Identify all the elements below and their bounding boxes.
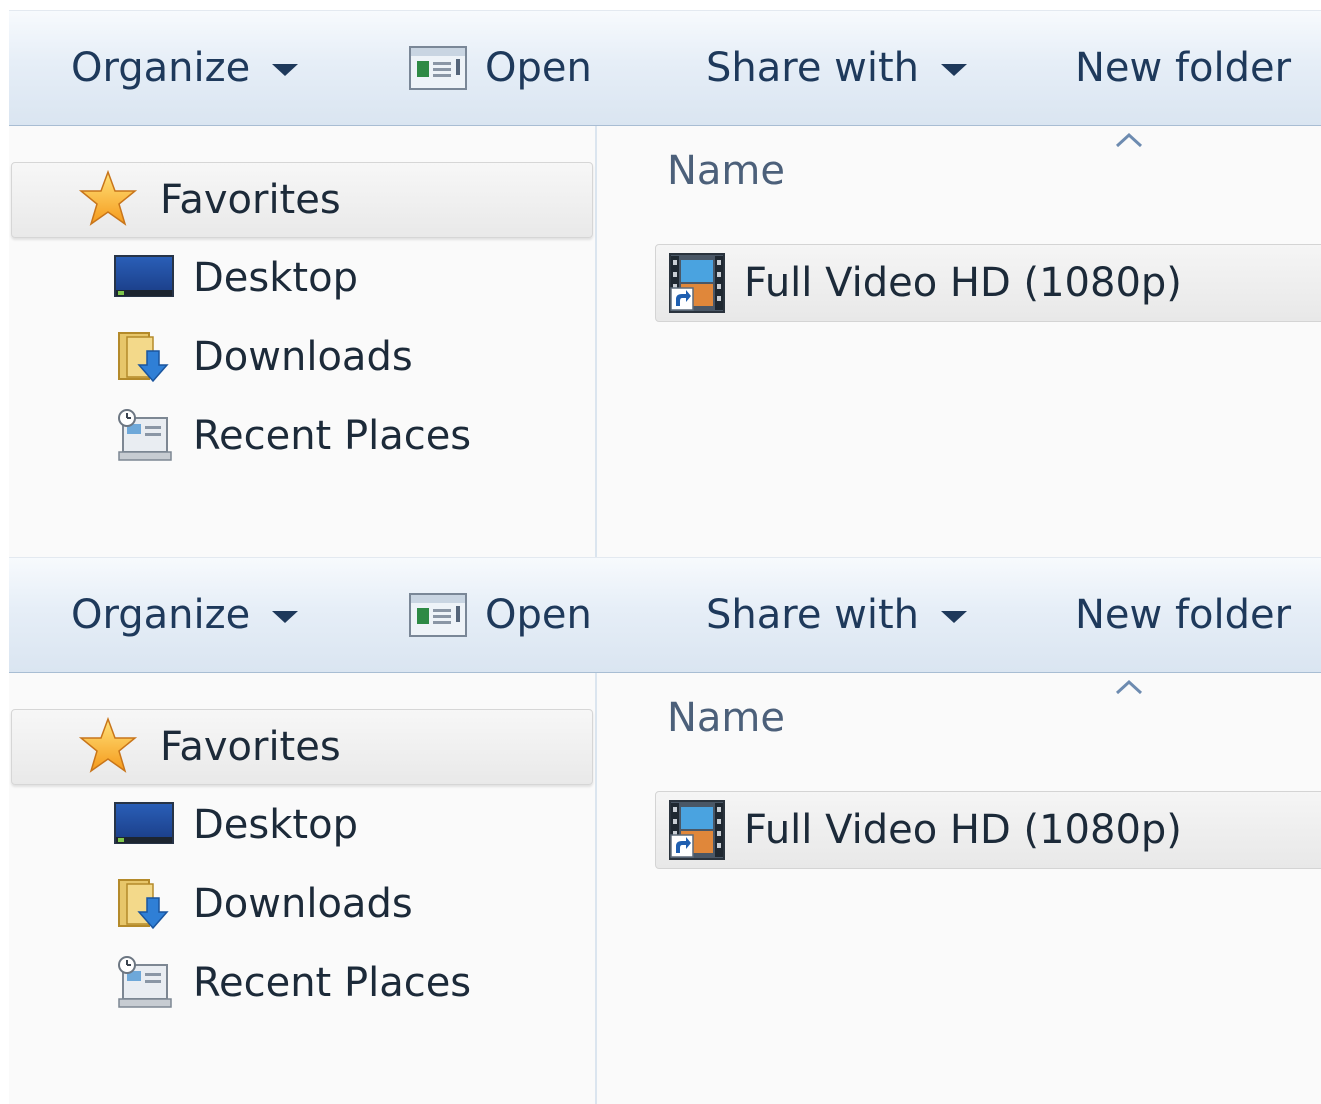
navigation-pane: Favorites Desktop Downloads Recent Place…	[9, 126, 597, 557]
nav-item-downloads[interactable]: Downloads	[113, 869, 413, 939]
file-item[interactable]: Full Video HD (1080p)	[655, 791, 1321, 869]
nav-item-recent-places[interactable]: Recent Places	[113, 401, 471, 471]
organize-button[interactable]: Organize	[71, 11, 299, 125]
favorites-label: Favorites	[160, 177, 341, 223]
organize-label: Organize	[71, 592, 251, 638]
chevron-down-icon	[941, 611, 968, 623]
organize-button[interactable]: Organize	[71, 558, 299, 672]
nav-item-desktop[interactable]: Desktop	[113, 790, 358, 860]
new-folder-label: New folder	[1075, 45, 1292, 91]
navigation-pane: Favorites Desktop Downloads Recent Place…	[9, 673, 597, 1104]
open-button[interactable]: Open	[409, 558, 592, 672]
desktop-icon	[114, 802, 174, 844]
command-bar: Organize Open Share with New folder	[9, 557, 1321, 674]
column-header-name[interactable]: Name	[667, 148, 785, 194]
window-open-icon	[409, 593, 467, 637]
file-item[interactable]: Full Video HD (1080p)	[655, 244, 1321, 322]
nav-item-label: Downloads	[193, 881, 413, 927]
open-label: Open	[485, 592, 592, 638]
video-shortcut-icon	[669, 253, 725, 313]
chevron-down-icon	[272, 64, 299, 76]
explorer-window: Organize Open Share with New folder Favo…	[9, 557, 1321, 1104]
share-with-button[interactable]: Share with	[706, 558, 968, 672]
share-with-button[interactable]: Share with	[706, 11, 968, 125]
nav-item-label: Recent Places	[193, 413, 472, 459]
share-with-label: Share with	[706, 592, 920, 638]
open-label: Open	[485, 45, 592, 91]
recent-places-icon	[118, 409, 172, 461]
file-name: Full Video HD (1080p)	[744, 260, 1182, 306]
video-shortcut-icon	[669, 800, 725, 860]
favorites-label: Favorites	[160, 724, 341, 770]
nav-item-label: Desktop	[193, 802, 358, 848]
sort-ascending-icon	[1115, 679, 1143, 695]
open-button[interactable]: Open	[409, 11, 592, 125]
file-list: Name Full Video HD (1080p)	[597, 126, 1321, 557]
chevron-down-icon	[941, 64, 968, 76]
window-open-icon	[409, 46, 467, 90]
sort-ascending-icon	[1115, 132, 1143, 148]
star-icon	[78, 169, 138, 226]
downloads-icon	[118, 332, 169, 383]
nav-item-label: Recent Places	[193, 960, 472, 1006]
nav-item-desktop[interactable]: Desktop	[113, 243, 358, 313]
command-bar: Organize Open Share with New folder	[9, 10, 1321, 127]
favorites-header[interactable]: Favorites	[11, 162, 593, 238]
downloads-icon	[118, 879, 169, 930]
organize-label: Organize	[71, 45, 251, 91]
explorer-window: Organize Open Share with New folder Favo…	[9, 10, 1321, 557]
star-icon	[78, 716, 138, 773]
recent-places-icon	[118, 956, 172, 1008]
nav-item-label: Desktop	[193, 255, 358, 301]
favorites-header[interactable]: Favorites	[11, 709, 593, 785]
nav-item-label: Downloads	[193, 334, 413, 380]
new-folder-label: New folder	[1075, 592, 1292, 638]
nav-item-downloads[interactable]: Downloads	[113, 322, 413, 392]
new-folder-button[interactable]: New folder	[1075, 11, 1291, 125]
share-with-label: Share with	[706, 45, 920, 91]
new-folder-button[interactable]: New folder	[1075, 558, 1291, 672]
file-list: Name Full Video HD (1080p)	[597, 673, 1321, 1104]
column-header-name[interactable]: Name	[667, 695, 785, 741]
chevron-down-icon	[272, 611, 299, 623]
desktop-icon	[114, 255, 174, 297]
file-name: Full Video HD (1080p)	[744, 807, 1182, 853]
nav-item-recent-places[interactable]: Recent Places	[113, 948, 471, 1018]
